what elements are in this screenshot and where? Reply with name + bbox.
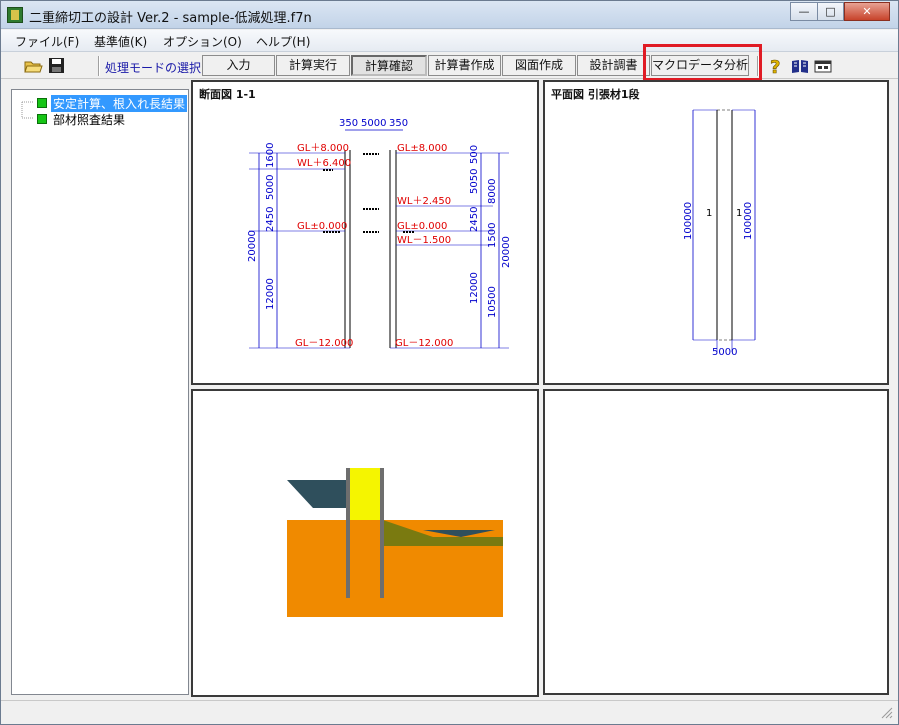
section-marker: 1	[706, 208, 712, 219]
toolbar: 処理モードの選択 入力 計算実行 計算確認 計算書作成 図面作成 設計調書 マク…	[1, 53, 898, 79]
dim-label: 12000	[265, 278, 276, 310]
plan-drawing: 100000 100000 5000 1 1	[683, 109, 756, 358]
model-view-pane[interactable]	[191, 389, 539, 697]
dim-label: 10500	[487, 286, 498, 318]
level-label: GL±0.000	[297, 221, 347, 232]
minimize-button[interactable]: —	[790, 2, 818, 21]
status-square-icon	[37, 98, 47, 108]
menu-bar: ファイル(F) 基準値(K) オプション(O) ヘルプ(H)	[1, 30, 898, 52]
menu-options[interactable]: オプション(O)	[163, 33, 242, 50]
top-dim-label: 5000	[361, 118, 386, 129]
mode-check-button[interactable]: 計算確認	[351, 55, 427, 76]
open-folder-icon[interactable]	[23, 56, 43, 76]
help-icon-glyph: ?	[770, 57, 780, 76]
dim-label: 20000	[247, 230, 258, 262]
book-icon[interactable]	[790, 56, 810, 76]
empty-view-pane[interactable]	[543, 389, 889, 695]
window-icon[interactable]	[813, 56, 833, 76]
dim-label: 5000	[712, 347, 737, 358]
dim-label: 2450	[469, 207, 480, 232]
highlight-annotation	[643, 44, 762, 81]
menu-file[interactable]: ファイル(F)	[15, 33, 79, 50]
application-window: 二重締切工の設計 Ver.2 - sample-低減処理.f7n — □ ✕ フ…	[0, 0, 899, 725]
mode-drawing-button[interactable]: 図面作成	[502, 55, 576, 76]
dim-label: 1500	[487, 223, 498, 248]
dim-label: 100000	[743, 202, 754, 240]
mode-report-button[interactable]: 計算書作成	[428, 55, 501, 76]
level-label: GL－12.000	[295, 338, 353, 349]
app-icon	[7, 7, 23, 23]
resize-grip-icon[interactable]	[880, 706, 894, 720]
status-bar	[1, 700, 898, 724]
dim-label: 8000	[487, 179, 498, 204]
toolbar-separator	[98, 56, 100, 76]
dim-label: 5000	[265, 175, 276, 200]
mode-select-label: 処理モードの選択	[105, 61, 202, 75]
top-dim-label: 350	[339, 118, 358, 129]
mode-design-record-button[interactable]: 設計調書	[577, 55, 650, 76]
status-square-icon	[37, 114, 47, 124]
dim-label: 500	[469, 145, 480, 164]
tree-item-label: 部材照査結果	[53, 113, 126, 127]
menu-standard-values[interactable]: 基準値(K)	[94, 33, 147, 50]
plan-view-pane[interactable]: 平面図 引張材1段 100000 100000 5000 1 1	[543, 80, 889, 385]
section-marker: 1	[736, 208, 742, 219]
level-label: GL±0.000	[397, 221, 447, 232]
window-title: 二重締切工の設計 Ver.2 - sample-低減処理.f7n	[29, 11, 312, 26]
tree-item-label: 安定計算、根入れ長結果	[51, 95, 188, 112]
title-bar: 二重締切工の設計 Ver.2 - sample-低減処理.f7n — □ ✕	[1, 1, 898, 29]
result-tree: 安定計算、根入れ長結果 部材照査結果	[11, 89, 189, 695]
level-label: GL＋8.000	[297, 143, 349, 154]
close-button[interactable]: ✕	[844, 2, 890, 21]
level-label: WL＋2.450	[397, 196, 451, 207]
dim-label: 2450	[265, 207, 276, 232]
save-icon[interactable]	[47, 56, 67, 76]
tree-item-stability[interactable]: 安定計算、根入れ長結果	[12, 95, 190, 112]
section-view-pane[interactable]: 断面図 1-1 350 5000 350 GL＋8.000 WL＋6.400 G…	[191, 80, 539, 385]
maximize-button[interactable]: □	[817, 2, 844, 21]
top-dim-label: 350	[389, 118, 408, 129]
mode-input-button[interactable]: 入力	[202, 55, 275, 76]
section-drawing: 350 5000 350 GL＋8.000 WL＋6.400 GL±0.000 …	[247, 118, 512, 349]
dim-label: 20000	[501, 236, 512, 268]
level-label: GL±8.000	[397, 143, 447, 154]
dim-label: 1600	[265, 143, 276, 168]
menu-help[interactable]: ヘルプ(H)	[256, 33, 310, 50]
level-label: GL－12.000	[395, 338, 453, 349]
dim-label: 12000	[469, 272, 480, 304]
dim-label: 100000	[683, 202, 694, 240]
mode-calculate-button[interactable]: 計算実行	[276, 55, 350, 76]
tree-item-member-check[interactable]: 部材照査結果	[12, 111, 190, 127]
level-label: WL＋6.400	[297, 158, 351, 169]
level-label: WL－1.500	[397, 235, 451, 246]
model-drawing	[287, 468, 503, 617]
dim-label: 5050	[469, 169, 480, 194]
help-icon[interactable]: ?	[766, 56, 786, 79]
